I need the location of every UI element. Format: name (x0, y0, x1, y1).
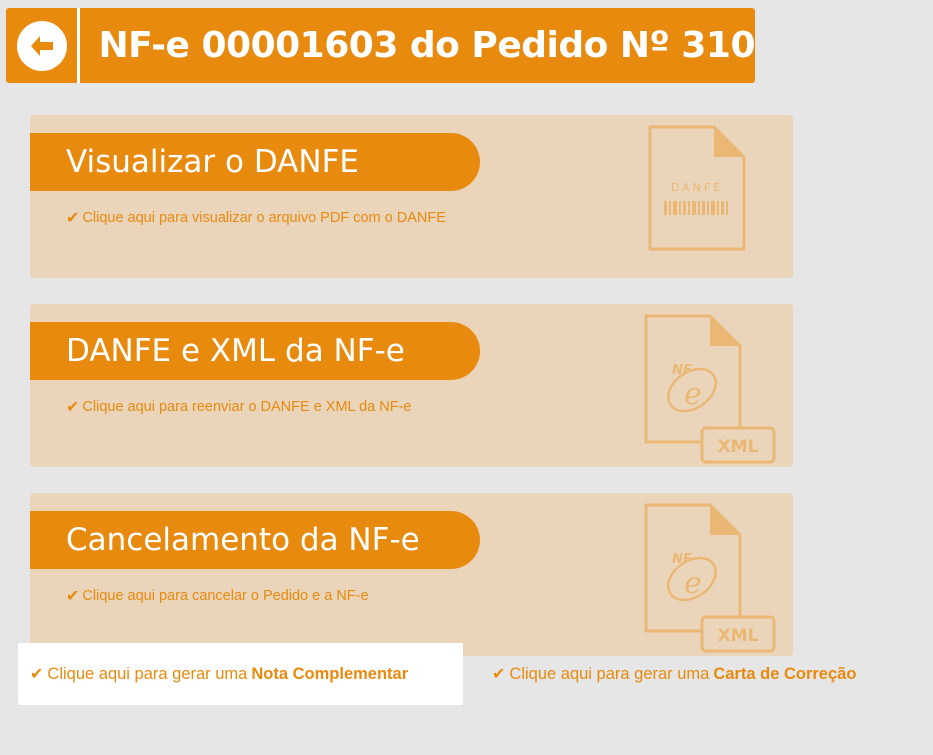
link-bold-text: Carta de Correção (713, 664, 857, 683)
view-danfe-card[interactable]: Visualizar o DANFE ✔ Clique aqui para vi… (30, 115, 793, 278)
card-banner: Visualizar o DANFE (30, 133, 480, 191)
carta-correcao-link[interactable]: ✔ Clique aqui para gerar uma Carta de Co… (492, 643, 856, 705)
card-title: Cancelamento da NF-e (66, 522, 420, 558)
link-prefix: Clique aqui para gerar uma (47, 664, 248, 683)
card-title: Visualizar o DANFE (66, 144, 359, 180)
svg-text:XML: XML (718, 437, 759, 457)
arrow-left-icon (30, 35, 53, 56)
check-icon: ✔ (66, 588, 80, 605)
nfe-xml-document-icon: NF e XML (644, 314, 776, 464)
card-description-text: Clique aqui para cancelar o Pedido e a N… (82, 588, 369, 604)
svg-text:NF: NF (672, 552, 692, 567)
link-bold-text: Nota Complementar (251, 664, 409, 683)
check-icon: ✔ (66, 210, 80, 227)
nota-complementar-link[interactable]: ✔ Clique aqui para gerar uma Nota Comple… (18, 643, 463, 705)
svg-text:DANFE: DANFE (671, 181, 723, 194)
card-description: ✔ Clique aqui para visualizar o arquivo … (66, 208, 446, 228)
back-circle (16, 20, 67, 71)
resend-danfe-xml-card[interactable]: DANFE e XML da NF-e ✔ Clique aqui para r… (30, 304, 793, 467)
carta-correcao-link-text: ✔ Clique aqui para gerar uma Carta de Co… (492, 664, 856, 684)
card-description-text: Clique aqui para reenviar o DANFE e XML … (82, 399, 412, 415)
card-title: DANFE e XML da NF-e (66, 333, 405, 369)
card-banner: Cancelamento da NF-e (30, 511, 480, 569)
page-header: NF-e 00001603 do Pedido Nº 310 (6, 8, 755, 83)
svg-text:e: e (684, 566, 702, 601)
page-title: NF-e 00001603 do Pedido Nº 310 (98, 25, 755, 66)
card-description-text: Clique aqui para visualizar o arquivo PD… (82, 210, 446, 226)
cancel-nfe-card[interactable]: Cancelamento da NF-e ✔ Clique aqui para … (30, 493, 793, 656)
card-description: ✔ Clique aqui para reenviar o DANFE e XM… (66, 397, 412, 417)
check-icon: ✔ (30, 666, 44, 683)
check-icon: ✔ (492, 666, 506, 683)
nota-complementar-link-text: ✔ Clique aqui para gerar uma Nota Comple… (30, 664, 408, 684)
link-prefix: Clique aqui para gerar uma (509, 664, 710, 683)
danfe-document-icon: DANFE (648, 125, 746, 251)
back-button[interactable] (6, 8, 81, 83)
nfe-xml-document-icon: NF e XML (644, 503, 776, 653)
card-description: ✔ Clique aqui para cancelar o Pedido e a… (66, 586, 369, 606)
card-banner: DANFE e XML da NF-e (30, 322, 480, 380)
check-icon: ✔ (66, 399, 80, 416)
svg-text:e: e (684, 377, 702, 412)
svg-text:NF: NF (672, 363, 692, 378)
